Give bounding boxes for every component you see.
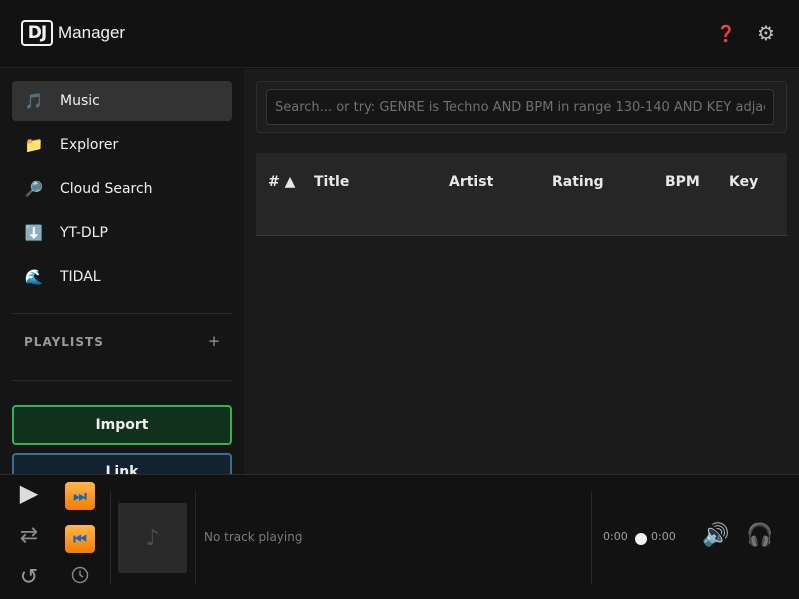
magnifier-icon: 🔎: [24, 180, 44, 198]
column-header-artist[interactable]: Artist: [449, 174, 493, 190]
music-note-icon: 🎵: [24, 92, 44, 110]
column-header-key[interactable]: Key: [729, 174, 758, 190]
sidebar-item-label: TIDAL: [60, 269, 101, 285]
app-header: DJ Manager ❓ ⚙: [0, 0, 799, 68]
sidebar-item-cloud-search[interactable]: 🔎 Cloud Search: [12, 169, 232, 209]
sidebar-divider: [12, 380, 232, 381]
track-duration: 0:00: [651, 530, 676, 543]
skip-back-button[interactable]: ⏮: [64, 522, 96, 553]
album-art-placeholder: ♪: [118, 503, 187, 573]
import-button[interactable]: Import: [12, 405, 232, 445]
repeat-icon[interactable]: ↺: [16, 565, 42, 591]
column-header-rating[interactable]: Rating: [552, 174, 604, 190]
sidebar-item-tidal[interactable]: 🌊 TIDAL: [12, 257, 232, 297]
headphones-icon[interactable]: 🎧: [745, 523, 775, 551]
player-bar: ▶ ⏭ ⇄ ⏮ ↺ ♪ No track playing 0:00 0:00 🔊…: [0, 474, 799, 599]
add-playlist-icon[interactable]: +: [205, 332, 223, 350]
player-divider: [195, 491, 196, 584]
sidebar-item-label: Music: [60, 93, 100, 109]
app-logo[interactable]: DJ Manager: [21, 20, 125, 46]
sidebar: 🎵 Music 📁 Explorer 🔎 Cloud Search ⬇️ YT-…: [0, 69, 244, 474]
link-button[interactable]: Link: [12, 453, 232, 474]
sidebar-item-music[interactable]: 🎵 Music: [12, 81, 232, 121]
download-icon: ⬇️: [24, 224, 44, 242]
sidebar-item-yt-dlp[interactable]: ⬇️ YT-DLP: [12, 213, 232, 253]
logo-mark: DJ: [21, 20, 53, 46]
wave-icon: 🌊: [24, 268, 44, 286]
help-icon[interactable]: ❓: [716, 24, 736, 44]
music-note-icon: ♪: [145, 525, 160, 551]
player-divider: [110, 491, 111, 584]
skip-back-icon: ⏮: [65, 525, 95, 553]
skip-forward-icon: ⏭: [65, 482, 95, 510]
player-divider: [591, 491, 592, 584]
clock-icon[interactable]: [69, 566, 91, 588]
column-header-title[interactable]: Title: [314, 174, 349, 190]
sidebar-item-explorer[interactable]: 📁 Explorer: [12, 125, 232, 165]
folder-icon: 📁: [24, 136, 44, 154]
column-header-bpm[interactable]: BPM: [665, 174, 700, 190]
sidebar-item-label: YT-DLP: [60, 225, 108, 241]
gear-icon[interactable]: ⚙: [755, 21, 777, 45]
play-icon[interactable]: ▶: [16, 479, 42, 509]
seek-slider-handle[interactable]: [635, 533, 647, 545]
playlists-heading: PLAYLISTS: [24, 335, 104, 349]
shuffle-icon[interactable]: ⇄: [16, 523, 42, 549]
search-bar: [256, 81, 787, 133]
volume-icon[interactable]: 🔊: [701, 523, 731, 551]
clock-svg: [71, 566, 89, 584]
sidebar-item-label: Explorer: [60, 137, 119, 153]
skip-forward-button[interactable]: ⏭: [64, 479, 96, 510]
current-time: 0:00: [603, 530, 628, 543]
now-playing-text: No track playing: [204, 530, 303, 544]
main-content: # ▲ Title Artist Rating BPM Key: [244, 69, 799, 474]
track-table-header: # ▲ Title Artist Rating BPM Key: [256, 153, 787, 236]
logo-text: Manager: [58, 23, 126, 42]
search-input[interactable]: [266, 89, 774, 125]
column-header-number[interactable]: # ▲: [268, 174, 295, 190]
sidebar-divider: [12, 313, 232, 314]
sidebar-item-label: Cloud Search: [60, 181, 153, 197]
